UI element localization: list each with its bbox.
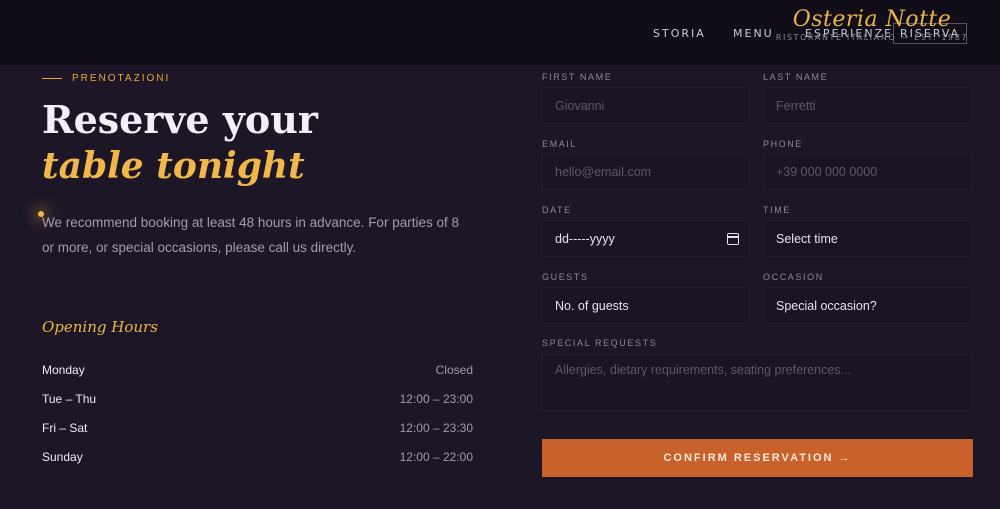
email-label: EMAIL [542,139,578,149]
phone-label: PHONE [763,139,804,149]
first-name-label: FIRST NAME [542,72,613,82]
opening-hours-table: Monday Closed Tue – Thu 12:00 – 23:00 Fr… [42,355,473,471]
hours-time: 12:00 – 22:00 [399,449,473,464]
logo[interactable]: Osteria Notte RISTORANTE ITALIANO — EST.… [772,6,972,43]
nav-link-menu[interactable]: MENU [733,27,774,40]
hours-time: Closed [435,362,473,377]
hours-day: Monday [42,362,85,377]
hours-row: Sunday 12:00 – 22:00 [42,442,473,471]
hours-row: Monday Closed [42,355,473,384]
nav-link-storia[interactable]: STORIA [653,27,706,40]
guests-label: GUESTS [542,272,589,282]
special-requests-textarea[interactable]: Allergies, dietary requirements, seating… [542,354,973,411]
time-select[interactable]: Select time [763,220,973,257]
hours-time: 12:00 – 23:00 [399,391,473,406]
hours-day: Tue – Thu [42,391,97,406]
phone-field[interactable]: +39 000 000 0000 [763,153,973,190]
logo-tagline: RISTORANTE ITALIANO — EST. 1987 [775,33,969,42]
occasion-label: OCCASION [763,272,824,282]
special-requests-label: SPECIAL REQUESTS [542,338,658,348]
hours-row: Fri – Sat 12:00 – 23:30 [42,413,473,442]
date-label: DATE [542,205,572,215]
eyebrow-label: PRENOTAZIONI [72,72,171,84]
hours-day: Sunday [42,449,83,464]
opening-hours-title: Opening Hours [42,318,158,336]
hours-time: 12:00 – 23:30 [399,420,473,435]
date-input[interactable]: dd-----yyyy [542,220,750,257]
eyebrow-divider [42,77,62,79]
calendar-icon[interactable] [727,233,739,245]
occasion-select[interactable]: Special occasion? [763,287,973,324]
logo-wordmark: Osteria Notte [792,7,952,32]
intro-text: We recommend booking at least 48 hours i… [42,215,459,255]
page-title-accent: table tonight [42,145,305,187]
section-eyebrow: PRENOTAZIONI [42,72,170,84]
last-name-field[interactable]: Ferretti [763,87,973,124]
confirm-reservation-button[interactable]: CONFIRM RESERVATION → [542,439,973,477]
date-value: dd-----yyyy [555,231,615,246]
hours-day: Fri – Sat [42,420,88,435]
hours-row: Tue – Thu 12:00 – 23:00 [42,384,473,413]
top-navigation-bar: STORIA MENU ESPERIENZE RISERVA Osteria N… [0,0,1000,65]
page-title: Reserve your [42,97,318,142]
first-name-field[interactable]: Giovanni [542,87,750,124]
time-label: TIME [763,205,791,215]
last-name-label: LAST NAME [763,72,829,82]
email-field[interactable]: hello@email.com [542,153,750,190]
guests-select[interactable]: No. of guests [542,287,750,324]
